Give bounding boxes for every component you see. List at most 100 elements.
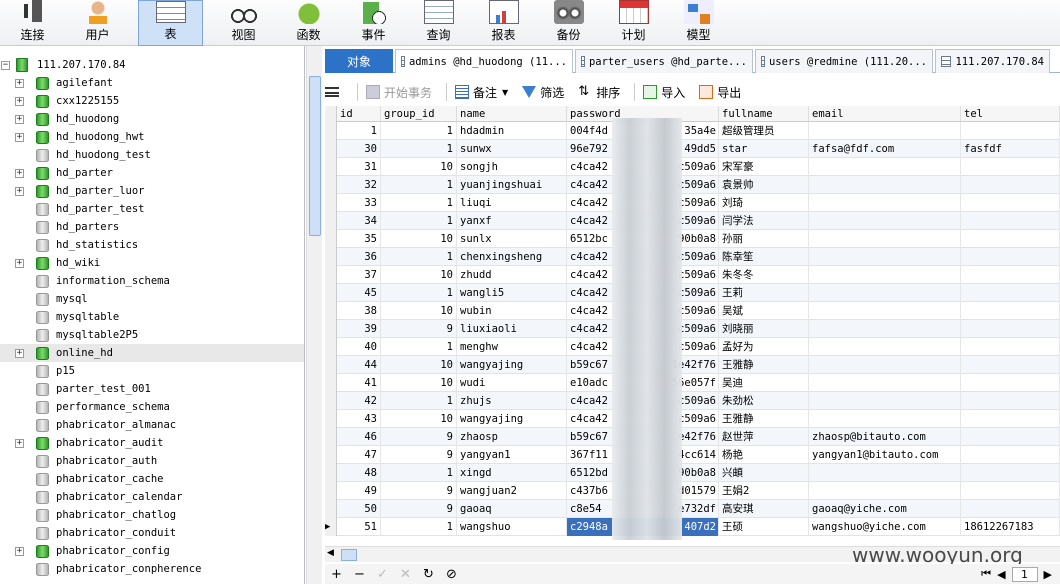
cell-tel[interactable]: 18612267183 (961, 518, 1060, 536)
cell-id[interactable]: 41 (337, 374, 381, 392)
row-selector[interactable] (325, 446, 337, 464)
cell-id[interactable]: 39 (337, 320, 381, 338)
cell-email[interactable] (809, 230, 961, 248)
cell-fullname[interactable]: 刘琦 (719, 194, 809, 212)
expand-icon[interactable]: + (15, 546, 24, 556)
cell-tel[interactable] (961, 446, 1060, 464)
cell-email[interactable] (809, 356, 961, 374)
row-selector[interactable] (325, 464, 337, 482)
tree-item-db[interactable]: phabricator_almanac (0, 416, 304, 434)
row-selector[interactable] (325, 392, 337, 410)
cell-email[interactable] (809, 482, 961, 500)
cell-email[interactable] (809, 464, 961, 482)
column-header-fullname[interactable]: fullname (719, 106, 809, 122)
cell-name[interactable]: sunlx (457, 230, 567, 248)
cell-fullname[interactable]: 孙丽 (719, 230, 809, 248)
cell-fullname[interactable]: 刘晓丽 (719, 320, 809, 338)
stop-button[interactable]: ⊘ (440, 567, 463, 582)
cell-tel[interactable] (961, 302, 1060, 320)
cell-fullname[interactable]: 朱劲松 (719, 392, 809, 410)
cell-id[interactable]: 35 (337, 230, 381, 248)
cell-group_id[interactable]: 10 (381, 374, 457, 392)
row-selector[interactable] (325, 176, 337, 194)
cell-group_id[interactable]: 1 (381, 464, 457, 482)
cell-tel[interactable] (961, 410, 1060, 428)
table-row[interactable]: 1 1 hdadmin 004f4d 35a4e 超级管理员 (325, 122, 1060, 140)
cell-id[interactable]: 37 (337, 266, 381, 284)
table-row[interactable]: 39 9 liuxiaoli c4ca42 c509a6 刘晓丽 (325, 320, 1060, 338)
table-row[interactable]: 50 9 gaoaq c8e54 e732df 高安琪 gaoaq@yiche.com (325, 500, 1060, 518)
cell-group_id[interactable]: 1 (381, 392, 457, 410)
cell-tel[interactable] (961, 194, 1060, 212)
cell-email[interactable] (809, 284, 961, 302)
row-selector[interactable] (325, 482, 337, 500)
dropdown-arrow-icon[interactable]: ▼ (502, 88, 508, 97)
cell-group_id[interactable]: 1 (381, 338, 457, 356)
cell-group_id[interactable]: 1 (381, 176, 457, 194)
cell-tel[interactable] (961, 428, 1060, 446)
row-selector[interactable] (325, 410, 337, 428)
cell-name[interactable]: wangshuo (457, 518, 567, 536)
row-selector[interactable] (325, 320, 337, 338)
cell-name[interactable]: chenxingsheng (457, 248, 567, 266)
cell-name[interactable]: wangyajing (457, 410, 567, 428)
column-header-tel[interactable]: tel (961, 106, 1060, 122)
table-row[interactable]: 37 10 zhudd c4ca42 c509a6 朱冬冬 (325, 266, 1060, 284)
cell-email[interactable] (809, 410, 961, 428)
tree-item-db[interactable]: + cxx1225155 (0, 92, 304, 110)
toolbar-button-backup-tape[interactable]: 备份 (536, 0, 601, 46)
table-row[interactable]: 48 1 xingd 6512bd 90b0a8 兴頔 (325, 464, 1060, 482)
cell-tel[interactable] (961, 338, 1060, 356)
cell-id[interactable]: 49 (337, 482, 381, 500)
cell-email[interactable] (809, 302, 961, 320)
cell-fullname[interactable]: 孟好为 (719, 338, 809, 356)
cell-email[interactable]: wangshuo@yiche.com (809, 518, 961, 536)
cell-email[interactable]: gaoaq@yiche.com (809, 500, 961, 518)
cell-fullname[interactable]: 朱冬冬 (719, 266, 809, 284)
cell-id[interactable]: 40 (337, 338, 381, 356)
toolbar-button-glasses[interactable]: 视图 (211, 0, 276, 46)
table-row[interactable]: 34 1 yanxf c4ca42 c509a6 闫学法 (325, 212, 1060, 230)
scroll-left-icon[interactable]: ◀ (327, 548, 334, 558)
tree-scrollbar[interactable] (306, 46, 322, 584)
cell-fullname[interactable]: 兴頔 (719, 464, 809, 482)
toolbar-button-model[interactable]: 模型 (666, 0, 731, 46)
page-number-input[interactable]: 1 (1011, 566, 1038, 582)
toolbar-button-event-clock[interactable]: 事件 (341, 0, 406, 46)
cell-tel[interactable]: fasfdf (961, 140, 1060, 158)
expand-icon[interactable]: + (15, 258, 24, 268)
cell-group_id[interactable]: 1 (381, 122, 457, 140)
tab-table[interactable]: parter_users @hd_parte... (575, 49, 753, 73)
cell-group_id[interactable]: 1 (381, 284, 457, 302)
cell-group_id[interactable]: 10 (381, 410, 457, 428)
cell-fullname[interactable]: 宋军豪 (719, 158, 809, 176)
cell-group_id[interactable]: 1 (381, 248, 457, 266)
cell-name[interactable]: yuanjingshuai (457, 176, 567, 194)
cell-group_id[interactable]: 1 (381, 194, 457, 212)
tab-objects[interactable]: 对象 (325, 49, 393, 73)
cell-name[interactable]: wudi (457, 374, 567, 392)
cell-tel[interactable] (961, 374, 1060, 392)
row-selector[interactable] (325, 194, 337, 212)
cell-fullname[interactable]: 赵世萍 (719, 428, 809, 446)
refresh-button[interactable]: ↻ (417, 567, 440, 582)
cell-id[interactable]: 44 (337, 356, 381, 374)
cell-name[interactable]: menghw (457, 338, 567, 356)
expand-icon[interactable]: + (15, 132, 24, 142)
row-selector[interactable] (325, 302, 337, 320)
cell-group_id[interactable]: 1 (381, 140, 457, 158)
table-row[interactable]: 49 9 wangjuan2 c437b6 d01579 王娟2 (325, 482, 1060, 500)
cell-name[interactable]: sunwx (457, 140, 567, 158)
table-row[interactable]: 38 10 wubin c4ca42 c509a6 吴斌 (325, 302, 1060, 320)
collapse-icon[interactable]: − (1, 60, 10, 70)
cell-id[interactable]: 32 (337, 176, 381, 194)
cell-fullname[interactable]: 王雅静 (719, 410, 809, 428)
toolbar-button-report[interactable]: 报表 (471, 0, 536, 46)
filter-button[interactable]: 筛选 (522, 81, 564, 103)
cell-group_id[interactable]: 10 (381, 158, 457, 176)
table-row[interactable]: 30 1 sunwx 96e792 49dd5 star fafsa@fdf.com fasf… (325, 140, 1060, 158)
cell-name[interactable]: gaoaq (457, 500, 567, 518)
tree-item-db[interactable]: + hd_wiki (0, 254, 304, 272)
cell-tel[interactable] (961, 500, 1060, 518)
table-row[interactable]: 35 10 sunlx 6512bc 90b0a8 孙丽 (325, 230, 1060, 248)
